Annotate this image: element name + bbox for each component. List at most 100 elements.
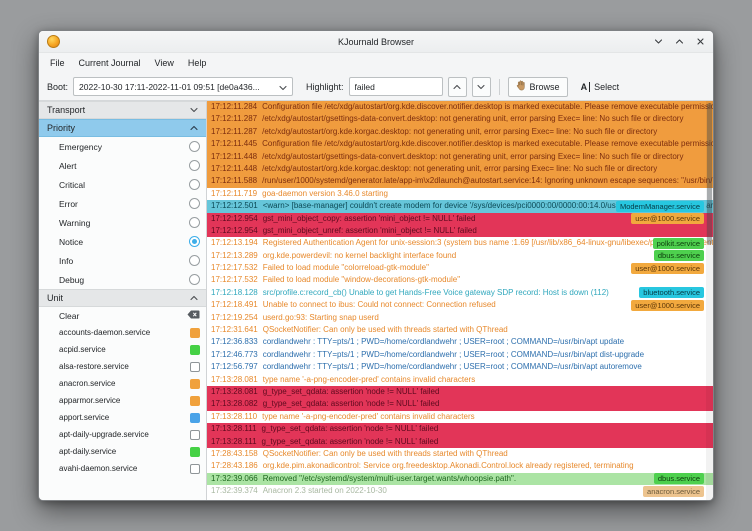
unit-item-apparmor-service[interactable]: apparmor.service [39,392,206,409]
log-row[interactable]: 17:13:28.111g_type_set_qdata: assertion … [207,436,713,448]
highlight-label: Highlight: [306,82,344,92]
priority-radio[interactable] [189,160,200,171]
unit-item-apt-daily-upgrade-service[interactable]: apt-daily-upgrade.service [39,426,206,443]
browse-button[interactable]: Browse [508,77,568,97]
log-row[interactable]: 17:13:28.082g_type_set_qdata: assertion … [207,398,713,410]
unit-item-apt-daily-service[interactable]: apt-daily.service [39,443,206,460]
log-row[interactable]: 17:12:12.954gst_mini_object_copy: assert… [207,213,713,225]
priority-radio[interactable] [189,217,200,228]
log-row[interactable]: 17:12:17.532Failed to load module "windo… [207,274,713,286]
menu-item-view[interactable]: View [148,55,181,71]
log-row[interactable]: 17:12:13.194Registered Authentication Ag… [207,237,713,249]
log-row[interactable]: 17:12:56.797cordlandwehr : TTY=pts/1 ; P… [207,361,713,373]
priority-item-error[interactable]: Error [39,194,206,213]
log-row[interactable]: 17:12:36.833cordlandwehr : TTY=pts/1 ; P… [207,336,713,348]
unit-item-avahi-daemon-service[interactable]: avahi-daemon.service [39,460,206,477]
log-scrollbar[interactable] [706,101,713,500]
unit-item-acpid-service[interactable]: acpid.service [39,341,206,358]
boot-combobox[interactable]: 2022-10-30 17:11-2022-11-01 09:51 [de0a4… [73,77,293,96]
priority-radio[interactable] [189,236,200,247]
title-bar[interactable]: KJournald Browser [39,31,713,53]
unit-item-apport-service[interactable]: apport.service [39,409,206,426]
priority-item-emergency[interactable]: Emergency [39,137,206,156]
priority-radio[interactable] [189,255,200,266]
section-priority[interactable]: Priority [39,119,206,137]
log-timestamp: 17:12:31.641 [211,325,258,334]
log-row[interactable]: 17:12:46.773cordlandwehr : TTY=pts/1 ; P… [207,349,713,361]
log-row[interactable]: 17:12:12.501<warn> [base-manager] couldn… [207,200,713,212]
unit-checkbox[interactable] [190,362,200,372]
unit-label: apport.service [59,413,186,422]
unit-checkbox[interactable] [190,430,200,440]
log-row[interactable]: 17:13:28.110type name '-a-png-encoder-pr… [207,411,713,423]
log-row[interactable]: 17:13:28.081g_type_set_qdata: assertion … [207,386,713,398]
unit-checkbox[interactable] [190,396,200,406]
section-unit-label: Unit [47,293,63,303]
log-row[interactable]: 17:12:11.588/run/user/1000/systemd/gener… [207,175,713,187]
log-row[interactable]: 17:12:18.491Unable to connect to ibus: C… [207,299,713,311]
unit-item-anacron-service[interactable]: anacron.service [39,375,206,392]
highlight-previous-button[interactable] [448,77,467,97]
log-row[interactable]: 17:13:28.081type name '-a-png-encoder-pr… [207,374,713,386]
priority-radio[interactable] [189,141,200,152]
minimize-icon[interactable] [653,37,663,47]
priority-list: EmergencyAlertCriticalErrorWarningNotice… [39,137,206,289]
unit-clear-button[interactable]: Clear [39,307,206,324]
unit-label: avahi-daemon.service [59,464,186,473]
chevron-down-icon [279,78,287,96]
priority-item-info[interactable]: Info [39,251,206,270]
unit-checkbox[interactable] [190,464,200,474]
priority-radio[interactable] [189,198,200,209]
maximize-icon[interactable] [674,37,684,47]
log-row[interactable]: 17:12:19.254userd.go:93: Starting snap u… [207,312,713,324]
log-row[interactable]: 17:12:11.287/etc/xdg/autostart/org.kde.k… [207,126,713,138]
log-row[interactable]: 17:12:11.287/etc/xdg/autostart/gsettings… [207,113,713,125]
unit-checkbox[interactable] [190,345,200,355]
priority-label: Debug [59,275,84,285]
section-transport[interactable]: Transport [39,101,206,119]
log-view[interactable]: 17:12:11.284Configuration file /etc/xdg/… [207,101,713,500]
log-row[interactable]: 17:12:12.954gst_mini_object_unref: asser… [207,225,713,237]
close-icon[interactable] [695,37,705,47]
log-row[interactable]: 17:12:11.445Configuration file /etc/xdg/… [207,138,713,150]
log-row[interactable]: 17:28:43.158QSocketNotifier: Can only be… [207,448,713,460]
unit-checkbox[interactable] [190,328,200,338]
highlight-next-button[interactable] [472,77,491,97]
menu-item-current-journal[interactable]: Current Journal [72,55,148,71]
log-row[interactable]: 17:12:31.641 QSocketNotifier: Can only be… [207,324,713,336]
log-row[interactable]: 17:12:13.289org.kde.powerdevil: no kerne… [207,250,713,262]
log-row[interactable]: 17:13:28.111g_type_set_qdata: assertion … [207,423,713,435]
log-row[interactable]: 17:12:18.128src/profile.c:record_cb() Un… [207,287,713,299]
priority-radio[interactable] [189,179,200,190]
log-row[interactable]: 17:28:43.186org.kde.pim.akonadicontrol: … [207,460,713,472]
log-row[interactable]: 17:12:11.719goa-daemon version 3.46.0 st… [207,188,713,200]
unit-item-accounts-daemon-service[interactable]: accounts-daemon.service [39,324,206,341]
menu-item-help[interactable]: Help [181,55,214,71]
scrollbar-thumb[interactable] [707,103,712,245]
priority-item-alert[interactable]: Alert [39,156,206,175]
unit-list: accounts-daemon.service acpid.service alsa… [39,324,206,477]
unit-label: acpid.service [59,345,186,354]
priority-item-warning[interactable]: Warning [39,213,206,232]
priority-item-debug[interactable]: Debug [39,270,206,289]
unit-checkbox[interactable] [190,379,200,389]
log-row[interactable]: 17:12:11.448/etc/xdg/autostart/org.kde.k… [207,163,713,175]
log-row[interactable]: 17:12:17.532Failed to load module "color… [207,262,713,274]
priority-radio[interactable] [189,274,200,285]
section-unit[interactable]: Unit [39,289,206,307]
select-button[interactable]: A Select [573,77,628,97]
priority-item-critical[interactable]: Critical [39,175,206,194]
log-row[interactable]: 17:32:39.066Removed "/etc/systemd/system… [207,473,713,485]
log-row[interactable]: 17:32:39.374Anacron 2.3 started on 2022-… [207,485,713,497]
log-row[interactable]: 17:12:11.284Configuration file /etc/xdg/… [207,101,713,113]
unit-checkbox[interactable] [190,447,200,457]
unit-item-alsa-restore-service[interactable]: alsa-restore.service [39,358,206,375]
priority-item-notice[interactable]: Notice [39,232,206,251]
unit-label: alsa-restore.service [59,362,186,371]
clear-backspace-icon [187,310,200,321]
log-row[interactable]: 17:12:11.448/etc/xdg/autostart/gsettings… [207,151,713,163]
unit-checkbox[interactable] [190,413,200,423]
menu-item-file[interactable]: File [43,55,72,71]
highlight-input[interactable] [349,77,443,96]
log-message: QSocketNotifier: Can only be used with t… [263,325,508,334]
